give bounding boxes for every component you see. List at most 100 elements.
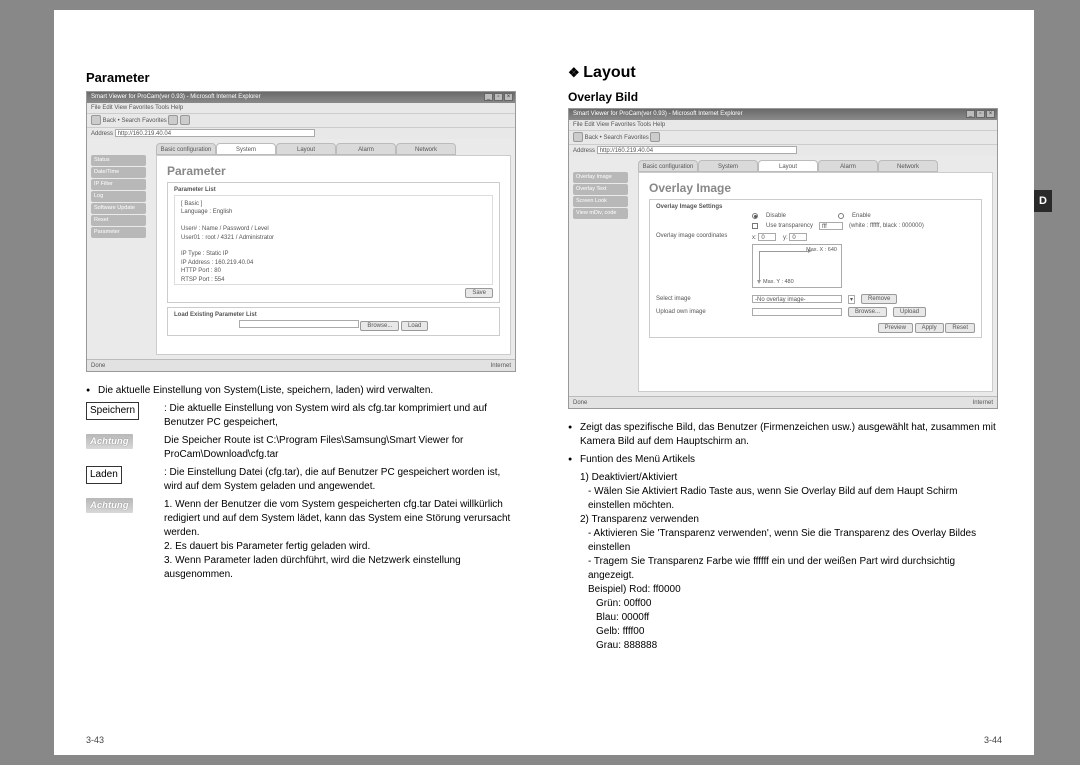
overlay-settings-box: Overlay Image Settings Disable Enable Us… [649,199,982,338]
admin-sidebar: Status Date/Time IP Filter Log Software … [91,155,146,239]
color-grau: Grau: 888888 [568,639,1002,653]
panel-title: Overlay Image [649,181,982,195]
toolbar-text: Back • Search Favorites [103,118,167,124]
y-input[interactable]: 0 [789,233,807,241]
status-right: Internet [973,397,993,408]
right-heading: Overlay Bild [568,90,1002,104]
status-left: Done [573,397,587,408]
status-left: Done [91,360,105,371]
url-field: http://160.219.40.04 [115,129,315,137]
back-icon [573,132,583,142]
speichern-label: Speichern [86,402,139,420]
upload-label: Upload own image [656,309,746,315]
sidebar-item: Overlay Image [573,172,628,183]
statusbar: Done Internet [87,359,515,371]
side-tab-d: D [1034,190,1052,212]
window-buttons: _▫× [966,110,995,118]
url-field: http://160.219.40.04 [597,146,797,154]
left-body-text: Die aktuelle Einstellung von System(List… [86,384,516,582]
disable-radio[interactable] [752,213,758,219]
transparency-checkbox[interactable] [752,223,758,229]
para1: Die aktuelle Einstellung von System(List… [86,384,516,398]
reset-button[interactable]: Reset [945,323,975,333]
load-button[interactable]: Load [401,321,428,331]
address-bar: Address http://160.219.40.04 [569,144,997,156]
transparency-row: Use transparency fff (white : ffffff, bl… [656,222,975,230]
browse-button[interactable]: Browse... [848,307,887,317]
apply-button[interactable]: Apply [915,323,944,333]
coord-label: Overlay image coordinates [656,233,746,239]
address-label: Address [91,131,113,137]
browser-titlebar: Smart Viewer for ProCam(ver 0.93) - Micr… [569,109,997,120]
achtung2-list: 1. Wenn der Benutzer die vom System gesp… [164,498,516,582]
x-label: x: [752,235,757,241]
transparency-color-input[interactable]: fff [819,222,843,230]
tab: System [698,160,758,172]
laden-label: Laden [86,466,122,484]
upload-button[interactable]: Upload [893,307,926,317]
enable-row: Disable Enable [656,213,975,219]
param-list-title: Parameter List [174,187,493,193]
tab: Basic configuration [156,143,216,155]
sidebar-item: IP Filter [91,179,146,190]
right-body-text: Zeigt das spezifische Bild, das Benutzer… [568,421,1002,653]
x-input[interactable]: 0 [758,233,776,241]
achtung-label: Achtung [86,498,133,513]
preview-button[interactable]: Preview [878,323,913,333]
sidebar-item: Software Update [91,203,146,214]
address-bar: Address http://160.219.40.04 [87,127,515,139]
bullet1: Zeigt das spezifische Bild, das Benutzer… [568,421,1002,449]
file-path-input[interactable] [239,320,359,328]
section-title: ❖ Layout [568,64,1002,82]
transparency-hint: (white : ffffff, black : 000000) [849,223,924,229]
coord-row: Overlay image coordinates x: 0 y: 0 [656,233,975,291]
example-row: Beispiel) Rod: ff0000 [568,583,1002,597]
browser-title: Smart Viewer for ProCam(ver 0.93) - Micr… [573,111,743,117]
laden-text: : Die Einstellung Datei (cfg.tar), die a… [164,466,516,494]
item2-text2: - Tragem Sie Transparenz Farbe wie fffff… [568,555,1002,583]
list-item: 2. Es dauert bis Parameter fertig gelade… [164,540,516,554]
statusbar: Done Internet [569,396,997,408]
overlay-panel: Overlay Image Overlay Image Settings Dis… [638,172,993,392]
example-label: Beispiel) [588,584,626,595]
upload-path-input[interactable] [752,308,842,316]
sidebar-item: Screen Look [573,196,628,207]
address-label: Address [573,148,595,154]
tab: Network [878,160,938,172]
admin-tabs: Basic configuration System Layout Alarm … [156,143,511,155]
sidebar-item: Parameter [91,227,146,238]
page-left: Parameter Smart Viewer for ProCam(ver 0.… [54,10,544,755]
load-title: Load Existing Parameter List [174,312,493,318]
panel-title: Parameter [167,164,500,178]
tab: Alarm [336,143,396,155]
window-buttons: _▫× [484,93,513,101]
item2-title: 2) Transparenz verwenden [568,513,1002,527]
icon [650,132,660,142]
save-button[interactable]: Save [465,288,493,298]
bullet2: Funtion des Menü Artikels [568,453,1002,467]
sidebar-item: Reset [91,215,146,226]
speichern-row: Speichern : Die aktuelle Einstellung von… [86,402,516,430]
remove-button[interactable]: Remove [861,294,897,304]
browser-titlebar: Smart Viewer for ProCam(ver 0.93) - Micr… [87,92,515,103]
select-image-dropdown[interactable]: -No overlay image- [752,295,842,303]
sidebar-item: Date/Time [91,167,146,178]
tab-active: System [216,143,276,155]
item1-title: 1) Deaktiviert/Aktiviert [568,471,1002,485]
enable-radio[interactable] [838,213,844,219]
browser-title: Smart Viewer for ProCam(ver 0.93) - Micr… [91,94,261,100]
list-item: 1. Wenn der Benutzer die vom System gesp… [164,498,516,540]
browse-button[interactable]: Browse... [360,321,399,331]
dropdown-arrow-icon[interactable]: ▾ [848,295,855,304]
icon [180,115,190,125]
y-label: y: [783,235,788,241]
use-transparency-label: Use transparency [766,223,813,229]
color-blau: Blau: 0000ff [568,611,1002,625]
settings-title: Overlay Image Settings [656,204,975,210]
browser-screenshot-left: Smart Viewer for ProCam(ver 0.93) - Micr… [86,91,516,372]
page-spread: Parameter Smart Viewer for ProCam(ver 0.… [54,10,1034,755]
tab: Basic configuration [638,160,698,172]
back-icon [91,115,101,125]
sidebar-item: Log [91,191,146,202]
browser-toolbar: Back • Search Favorites [87,113,515,127]
